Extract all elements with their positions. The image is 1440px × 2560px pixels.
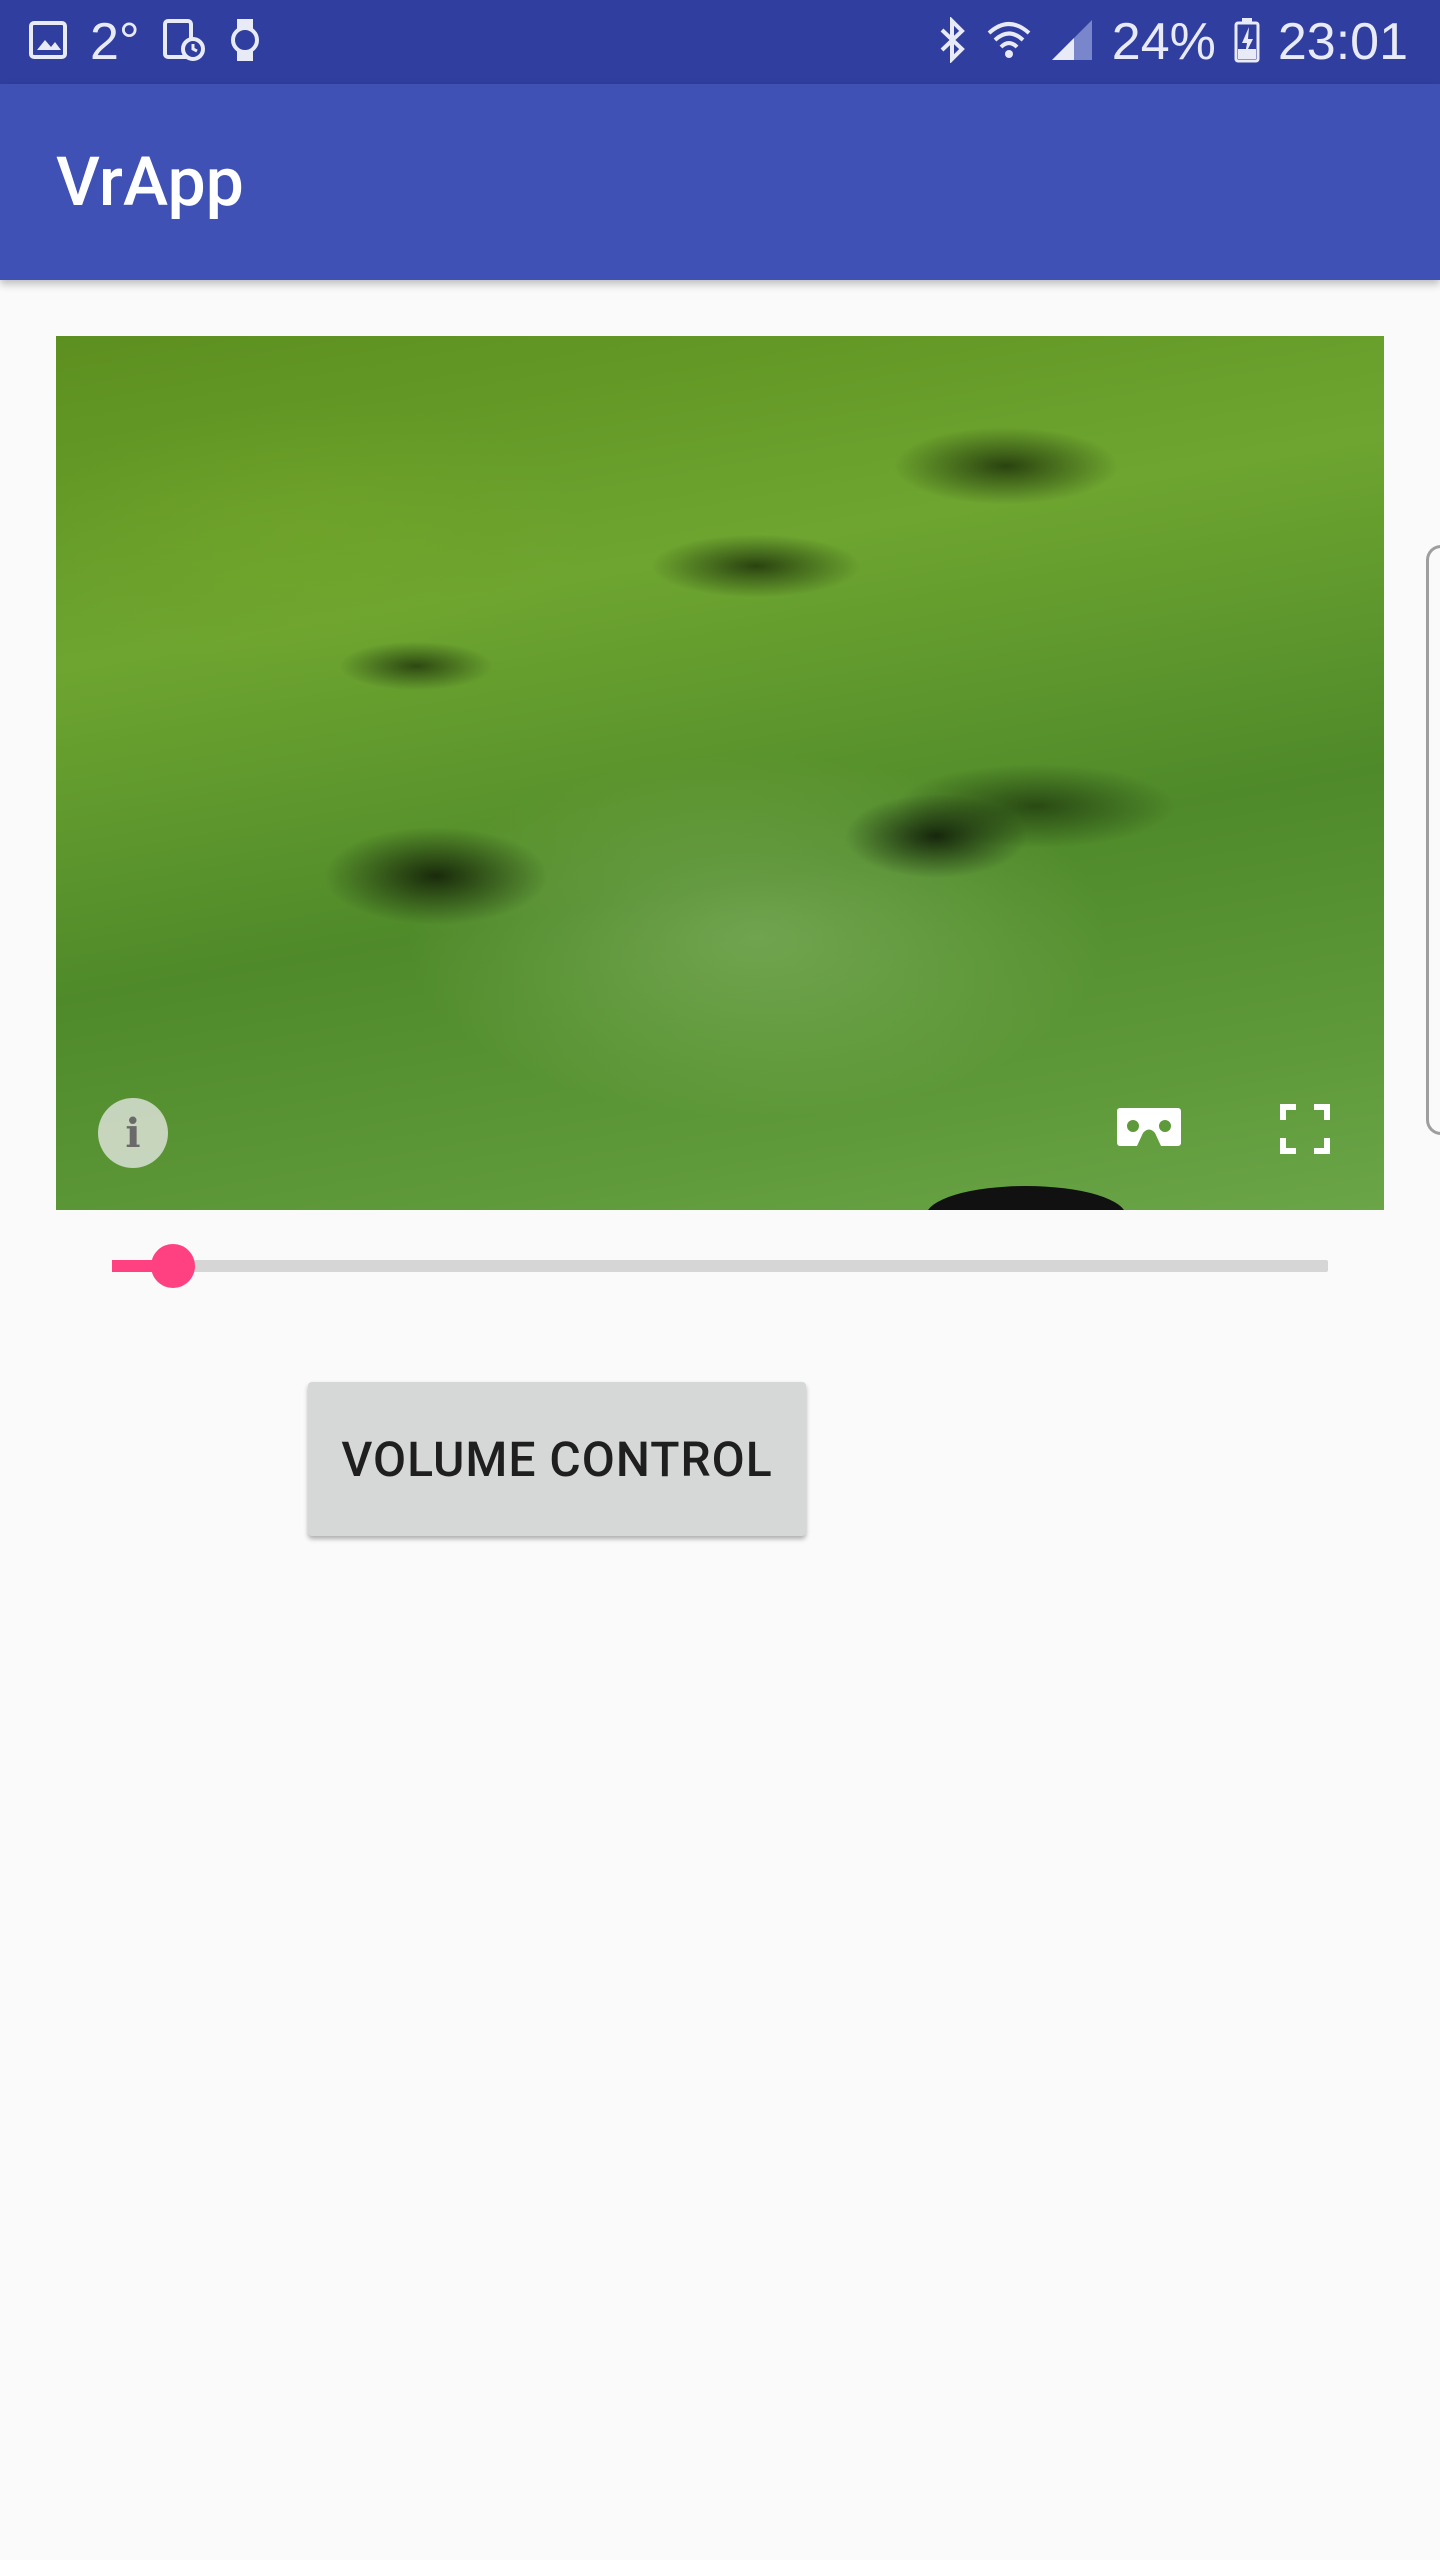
edge-panel-handle[interactable] <box>1426 545 1440 1135</box>
cardboard-icon[interactable] <box>1116 1106 1182 1148</box>
status-bar-right: 24% 23:01 <box>938 0 1408 84</box>
watch-icon <box>228 17 262 68</box>
status-bar: 2° 24% 23:01 <box>0 0 1440 84</box>
temperature-text: 2° <box>90 13 140 71</box>
vr-panorama-view[interactable]: i <box>56 336 1384 1210</box>
battery-percent: 24% <box>1111 13 1216 71</box>
app-bar: VrApp <box>0 84 1440 280</box>
clock: 23:01 <box>1277 13 1408 71</box>
bluetooth-icon <box>938 15 968 68</box>
status-bar-left: 2° <box>28 0 262 84</box>
battery-charging-icon <box>1234 17 1260 68</box>
gallery-icon <box>28 20 68 65</box>
fullscreen-icon[interactable] <box>1280 1104 1330 1154</box>
app-title: VrApp <box>56 142 244 222</box>
seek-bar-thumb[interactable] <box>150 1244 195 1288</box>
volume-control-button[interactable]: VOLUME CONTROL <box>308 1382 806 1536</box>
panorama-shadow <box>926 1186 1126 1210</box>
cell-signal-icon <box>1050 18 1094 67</box>
info-icon[interactable]: i <box>98 1098 168 1168</box>
wifi-icon <box>986 17 1032 68</box>
seek-bar[interactable] <box>112 1244 1328 1288</box>
screen-clock-icon <box>162 18 206 67</box>
